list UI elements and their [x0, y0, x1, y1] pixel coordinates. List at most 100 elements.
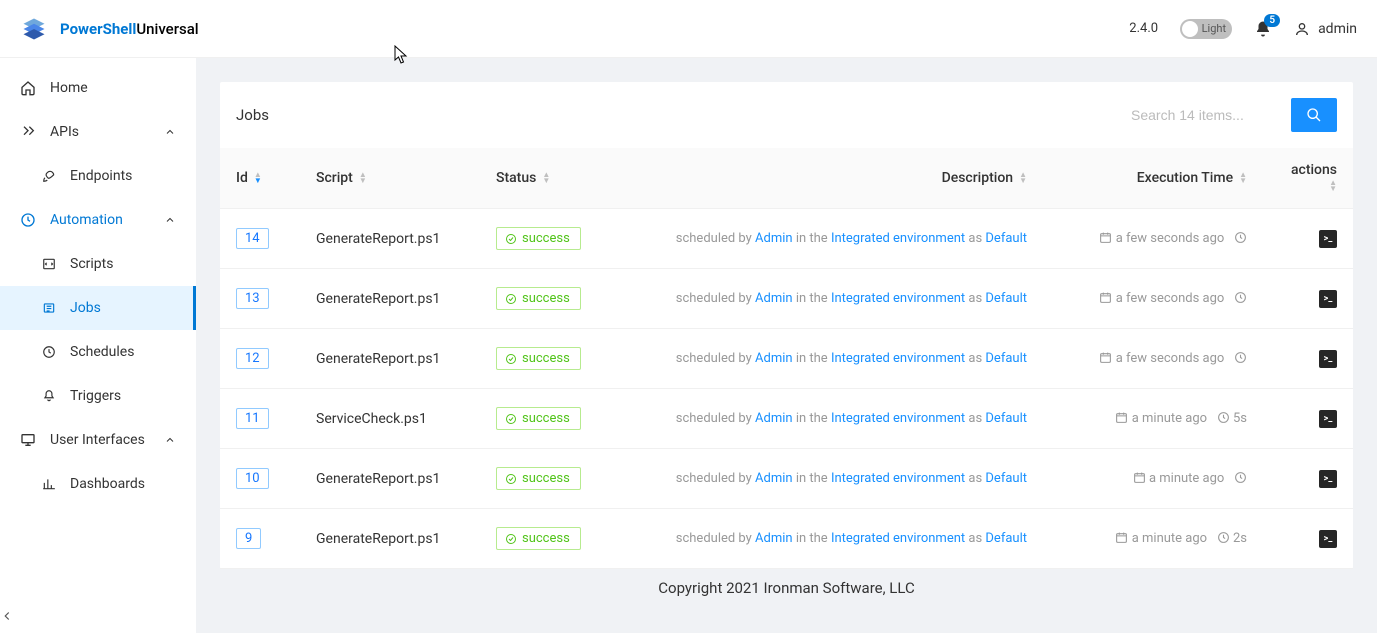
script-cell: GenerateReport.ps1	[300, 269, 480, 329]
terminal-action-button[interactable]: >_	[1319, 290, 1337, 308]
exec-cell: a minute ago 2s	[1043, 509, 1263, 569]
status-badge: success	[496, 527, 581, 550]
default-link[interactable]: Default	[985, 351, 1027, 366]
col-description[interactable]: Description▲▼	[620, 148, 1043, 209]
status-badge: success	[496, 227, 581, 250]
calendar-icon	[1115, 411, 1128, 424]
default-link[interactable]: Default	[985, 411, 1027, 426]
status-badge: success	[496, 407, 581, 430]
duration-icon	[1234, 291, 1247, 304]
col-script[interactable]: Script▲▼	[300, 148, 480, 209]
sidebar-item-user-interfaces[interactable]: User Interfaces	[0, 418, 196, 462]
env-link[interactable]: Integrated environment	[831, 531, 965, 546]
status-badge: success	[496, 347, 581, 370]
col-exec[interactable]: Execution Time▲▼	[1043, 148, 1263, 209]
exec-cell: a few seconds ago	[1043, 329, 1263, 389]
notification-badge: 5	[1264, 14, 1280, 27]
search-button[interactable]	[1291, 98, 1337, 132]
jobs-table: Id▲▼ Script▲▼ Status▲▼ Description▲▼ Exe…	[220, 148, 1353, 569]
default-link[interactable]: Default	[985, 531, 1027, 546]
terminal-action-button[interactable]: >_	[1319, 230, 1337, 248]
sidebar-item-home[interactable]: Home	[0, 66, 196, 110]
terminal-action-button[interactable]: >_	[1319, 470, 1337, 488]
user-link[interactable]: Admin	[755, 231, 793, 246]
check-circle-icon	[505, 233, 517, 245]
user-link[interactable]: Admin	[755, 531, 793, 546]
sidebar-item-automation[interactable]: Automation	[0, 198, 196, 242]
sidebar-item-apis[interactable]: APIs	[0, 110, 196, 154]
check-circle-icon	[505, 413, 517, 425]
user-icon	[1294, 21, 1310, 37]
status-badge: success	[496, 287, 581, 310]
table-row[interactable]: 10 GenerateReport.ps1 success scheduled …	[220, 449, 1353, 509]
exec-cell: a few seconds ago	[1043, 209, 1263, 269]
table-row[interactable]: 12 GenerateReport.ps1 success scheduled …	[220, 329, 1353, 389]
sidebar-item-triggers[interactable]: Triggers	[0, 374, 196, 418]
env-link[interactable]: Integrated environment	[831, 291, 965, 306]
home-icon	[20, 80, 36, 96]
chart-icon	[42, 477, 56, 491]
logo-area[interactable]: PowerShellUniversal	[20, 15, 199, 43]
jobs-icon	[42, 301, 56, 315]
description-cell: scheduled by Admin in the Integrated env…	[620, 329, 1043, 389]
col-id[interactable]: Id▲▼	[220, 148, 300, 209]
table-row[interactable]: 11 ServiceCheck.ps1 success scheduled by…	[220, 389, 1353, 449]
table-row[interactable]: 9 GenerateReport.ps1 success scheduled b…	[220, 509, 1353, 569]
trigger-icon	[42, 389, 56, 403]
terminal-action-button[interactable]: >_	[1319, 530, 1337, 548]
sidebar-item-jobs[interactable]: Jobs	[0, 286, 196, 330]
id-badge[interactable]: 11	[236, 408, 269, 429]
id-badge[interactable]: 10	[236, 468, 269, 489]
check-circle-icon	[505, 473, 517, 485]
user-link[interactable]: Admin	[755, 411, 793, 426]
env-link[interactable]: Integrated environment	[831, 411, 965, 426]
table-row[interactable]: 14 GenerateReport.ps1 success scheduled …	[220, 209, 1353, 269]
description-cell: scheduled by Admin in the Integrated env…	[620, 269, 1043, 329]
search-input[interactable]	[1121, 99, 1291, 131]
sidebar-item-endpoints[interactable]: Endpoints	[0, 154, 196, 198]
terminal-action-button[interactable]: >_	[1319, 350, 1337, 368]
app-header: PowerShellUniversal 2.4.0 Light 5 admin	[0, 0, 1377, 58]
sidebar-collapse-button[interactable]	[0, 609, 196, 623]
main-content: Jobs Id▲▼ Script▲▼ Status▲▼ Description▲…	[196, 58, 1377, 633]
rocket-icon	[42, 169, 56, 183]
theme-toggle[interactable]: Light	[1180, 19, 1232, 39]
user-link[interactable]: Admin	[755, 471, 793, 486]
col-actions[interactable]: actions▲▼	[1263, 148, 1353, 209]
col-status[interactable]: Status▲▼	[480, 148, 620, 209]
terminal-action-button[interactable]: >_	[1319, 410, 1337, 428]
id-badge[interactable]: 13	[236, 288, 269, 309]
id-badge[interactable]: 12	[236, 348, 269, 369]
script-cell: GenerateReport.ps1	[300, 509, 480, 569]
default-link[interactable]: Default	[985, 471, 1027, 486]
table-row[interactable]: 13 GenerateReport.ps1 success scheduled …	[220, 269, 1353, 329]
calendar-icon	[1099, 291, 1112, 304]
description-cell: scheduled by Admin in the Integrated env…	[620, 449, 1043, 509]
check-circle-icon	[505, 353, 517, 365]
description-cell: scheduled by Admin in the Integrated env…	[620, 209, 1043, 269]
calendar-icon	[1099, 231, 1112, 244]
chevron-up-icon	[164, 126, 176, 138]
env-link[interactable]: Integrated environment	[831, 471, 965, 486]
user-menu[interactable]: admin	[1294, 21, 1357, 37]
duration-icon	[1234, 351, 1247, 364]
env-link[interactable]: Integrated environment	[831, 231, 965, 246]
sidebar-item-schedules[interactable]: Schedules	[0, 330, 196, 374]
user-link[interactable]: Admin	[755, 291, 793, 306]
user-link[interactable]: Admin	[755, 351, 793, 366]
env-link[interactable]: Integrated environment	[831, 351, 965, 366]
notifications-button[interactable]: 5	[1254, 20, 1272, 38]
sidebar-item-scripts[interactable]: Scripts	[0, 242, 196, 286]
sidebar-item-dashboards[interactable]: Dashboards	[0, 462, 196, 506]
id-badge[interactable]: 9	[236, 528, 261, 549]
default-link[interactable]: Default	[985, 231, 1027, 246]
monitor-icon	[20, 432, 36, 448]
script-cell: GenerateReport.ps1	[300, 209, 480, 269]
chevron-left-icon	[0, 609, 14, 623]
search-icon	[1306, 107, 1322, 123]
duration-icon	[1234, 231, 1247, 244]
description-cell: scheduled by Admin in the Integrated env…	[620, 509, 1043, 569]
default-link[interactable]: Default	[985, 291, 1027, 306]
id-badge[interactable]: 14	[236, 228, 269, 249]
logo-icon	[20, 15, 48, 43]
